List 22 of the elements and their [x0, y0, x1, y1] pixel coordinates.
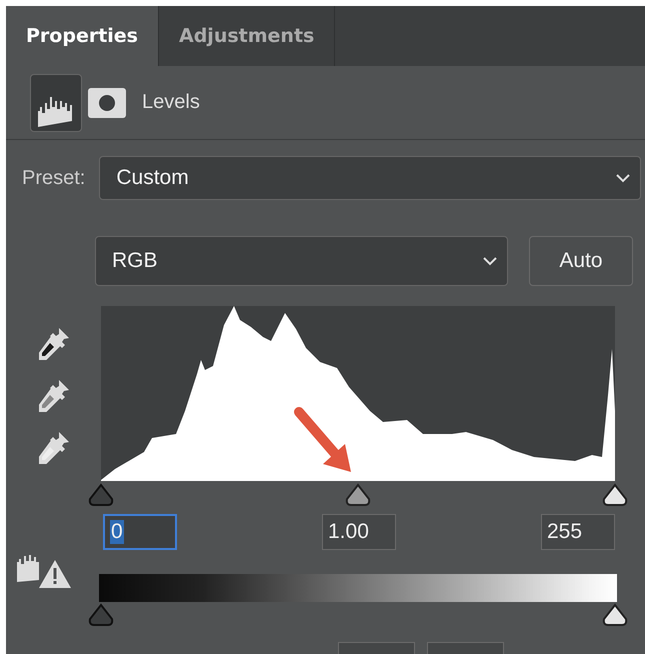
panel-title: Levels: [142, 91, 200, 114]
input-level-field[interactable]: 1.00: [322, 514, 396, 550]
slider-thumb[interactable]: [88, 603, 114, 627]
auto-button[interactable]: Auto: [529, 236, 633, 286]
channel-dropdown[interactable]: RGB: [95, 236, 508, 286]
slider-thumb[interactable]: [88, 483, 114, 507]
slider-thumb[interactable]: [602, 483, 628, 507]
preset-dropdown[interactable]: Custom: [99, 156, 641, 200]
histogram-icon: [38, 96, 74, 126]
mask-icon[interactable]: [88, 88, 126, 118]
dropdown-value: Custom: [116, 166, 189, 190]
slider-thumb[interactable]: [345, 483, 371, 507]
slider-thumb[interactable]: [602, 603, 628, 627]
dropdown-value: RGB: [112, 249, 158, 273]
preset-label: Preset:: [22, 166, 86, 190]
input-level-field[interactable]: 255: [541, 514, 615, 550]
clipping-warning-icon[interactable]: [16, 554, 70, 588]
chevron-icon: [616, 174, 630, 182]
input-level-field[interactable]: 0: [103, 514, 177, 550]
panel-tab[interactable]: Properties: [6, 6, 159, 66]
chevron-icon: [483, 256, 497, 266]
histogram-button[interactable]: [30, 74, 82, 132]
